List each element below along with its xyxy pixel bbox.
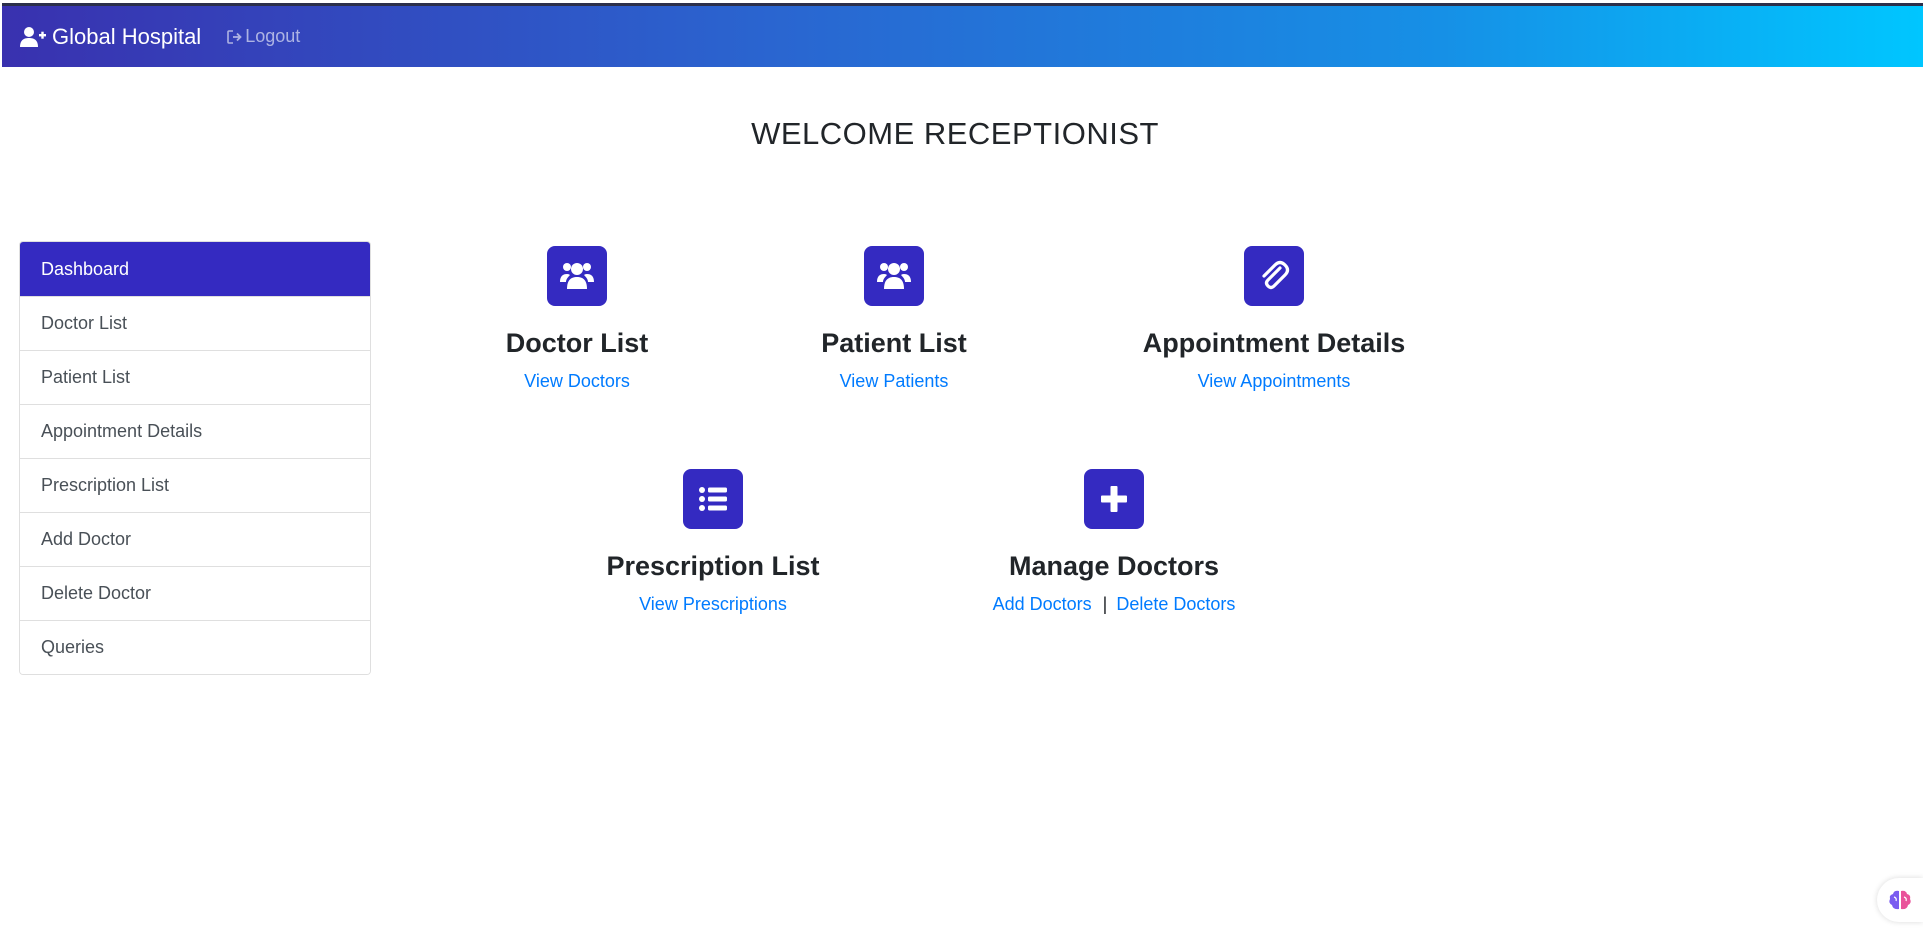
assistant-widget-button[interactable]	[1877, 878, 1923, 922]
appointment-details-card: Appointment Details View Appointments	[1094, 246, 1454, 392]
users-icon	[864, 246, 924, 306]
logout-label: Logout	[245, 26, 301, 46]
brand-link[interactable]: Global Hospital	[20, 24, 201, 50]
user-plus-icon	[20, 26, 46, 47]
appointment-details-title: Appointment Details	[1142, 328, 1406, 358]
patient-list-card: Patient List View Patients	[714, 246, 1074, 392]
page-title: WELCOME RECEPTIONIST	[751, 116, 1159, 151]
sidebar-item-appointment-details[interactable]: Appointment Details	[20, 404, 370, 458]
sidebar-item-prescription-list[interactable]: Prescription List	[20, 458, 370, 512]
sidebar-item-dashboard[interactable]: Dashboard	[20, 242, 370, 296]
manage-doctors-title: Manage Doctors	[1008, 551, 1220, 581]
prescription-list-title: Prescription List	[606, 551, 820, 581]
paperclip-icon	[1244, 246, 1304, 306]
view-prescriptions-link[interactable]: View Prescriptions	[639, 594, 787, 614]
brand-name: Global Hospital	[52, 23, 202, 49]
sidebar-item-add-doctor[interactable]: Add Doctor	[20, 512, 370, 566]
sidebar-item-delete-doctor[interactable]: Delete Doctor	[20, 566, 370, 620]
prescription-list-card: Prescription List View Prescriptions	[533, 469, 893, 615]
patient-list-title: Patient List	[821, 328, 967, 358]
sidebar-menu: Dashboard Doctor List Patient List Appoi…	[19, 241, 371, 675]
view-patients-link[interactable]: View Patients	[840, 371, 949, 391]
sidebar-item-patient-list[interactable]: Patient List	[20, 350, 370, 404]
brain-icon	[1889, 890, 1911, 910]
sign-out-icon	[227, 29, 242, 44]
view-doctors-link[interactable]: View Doctors	[524, 371, 630, 391]
doctor-list-title: Doctor List	[505, 328, 649, 358]
sidebar-item-doctor-list[interactable]: Doctor List	[20, 296, 370, 350]
list-icon	[683, 469, 743, 529]
add-doctors-link[interactable]: Add Doctors	[993, 594, 1092, 614]
top-navbar: Global Hospital Logout	[2, 3, 1923, 67]
sidebar-item-queries[interactable]: Queries	[20, 620, 370, 674]
logout-link[interactable]: Logout	[227, 26, 300, 47]
manage-doctors-card: Manage Doctors Add Doctors | Delete Doct…	[934, 469, 1294, 615]
link-separator: |	[1102, 593, 1108, 614]
users-icon	[547, 246, 607, 306]
delete-doctors-link[interactable]: Delete Doctors	[1116, 594, 1235, 614]
plus-icon	[1084, 469, 1144, 529]
doctor-list-card: Doctor List View Doctors	[397, 246, 757, 392]
view-appointments-link[interactable]: View Appointments	[1198, 371, 1351, 391]
